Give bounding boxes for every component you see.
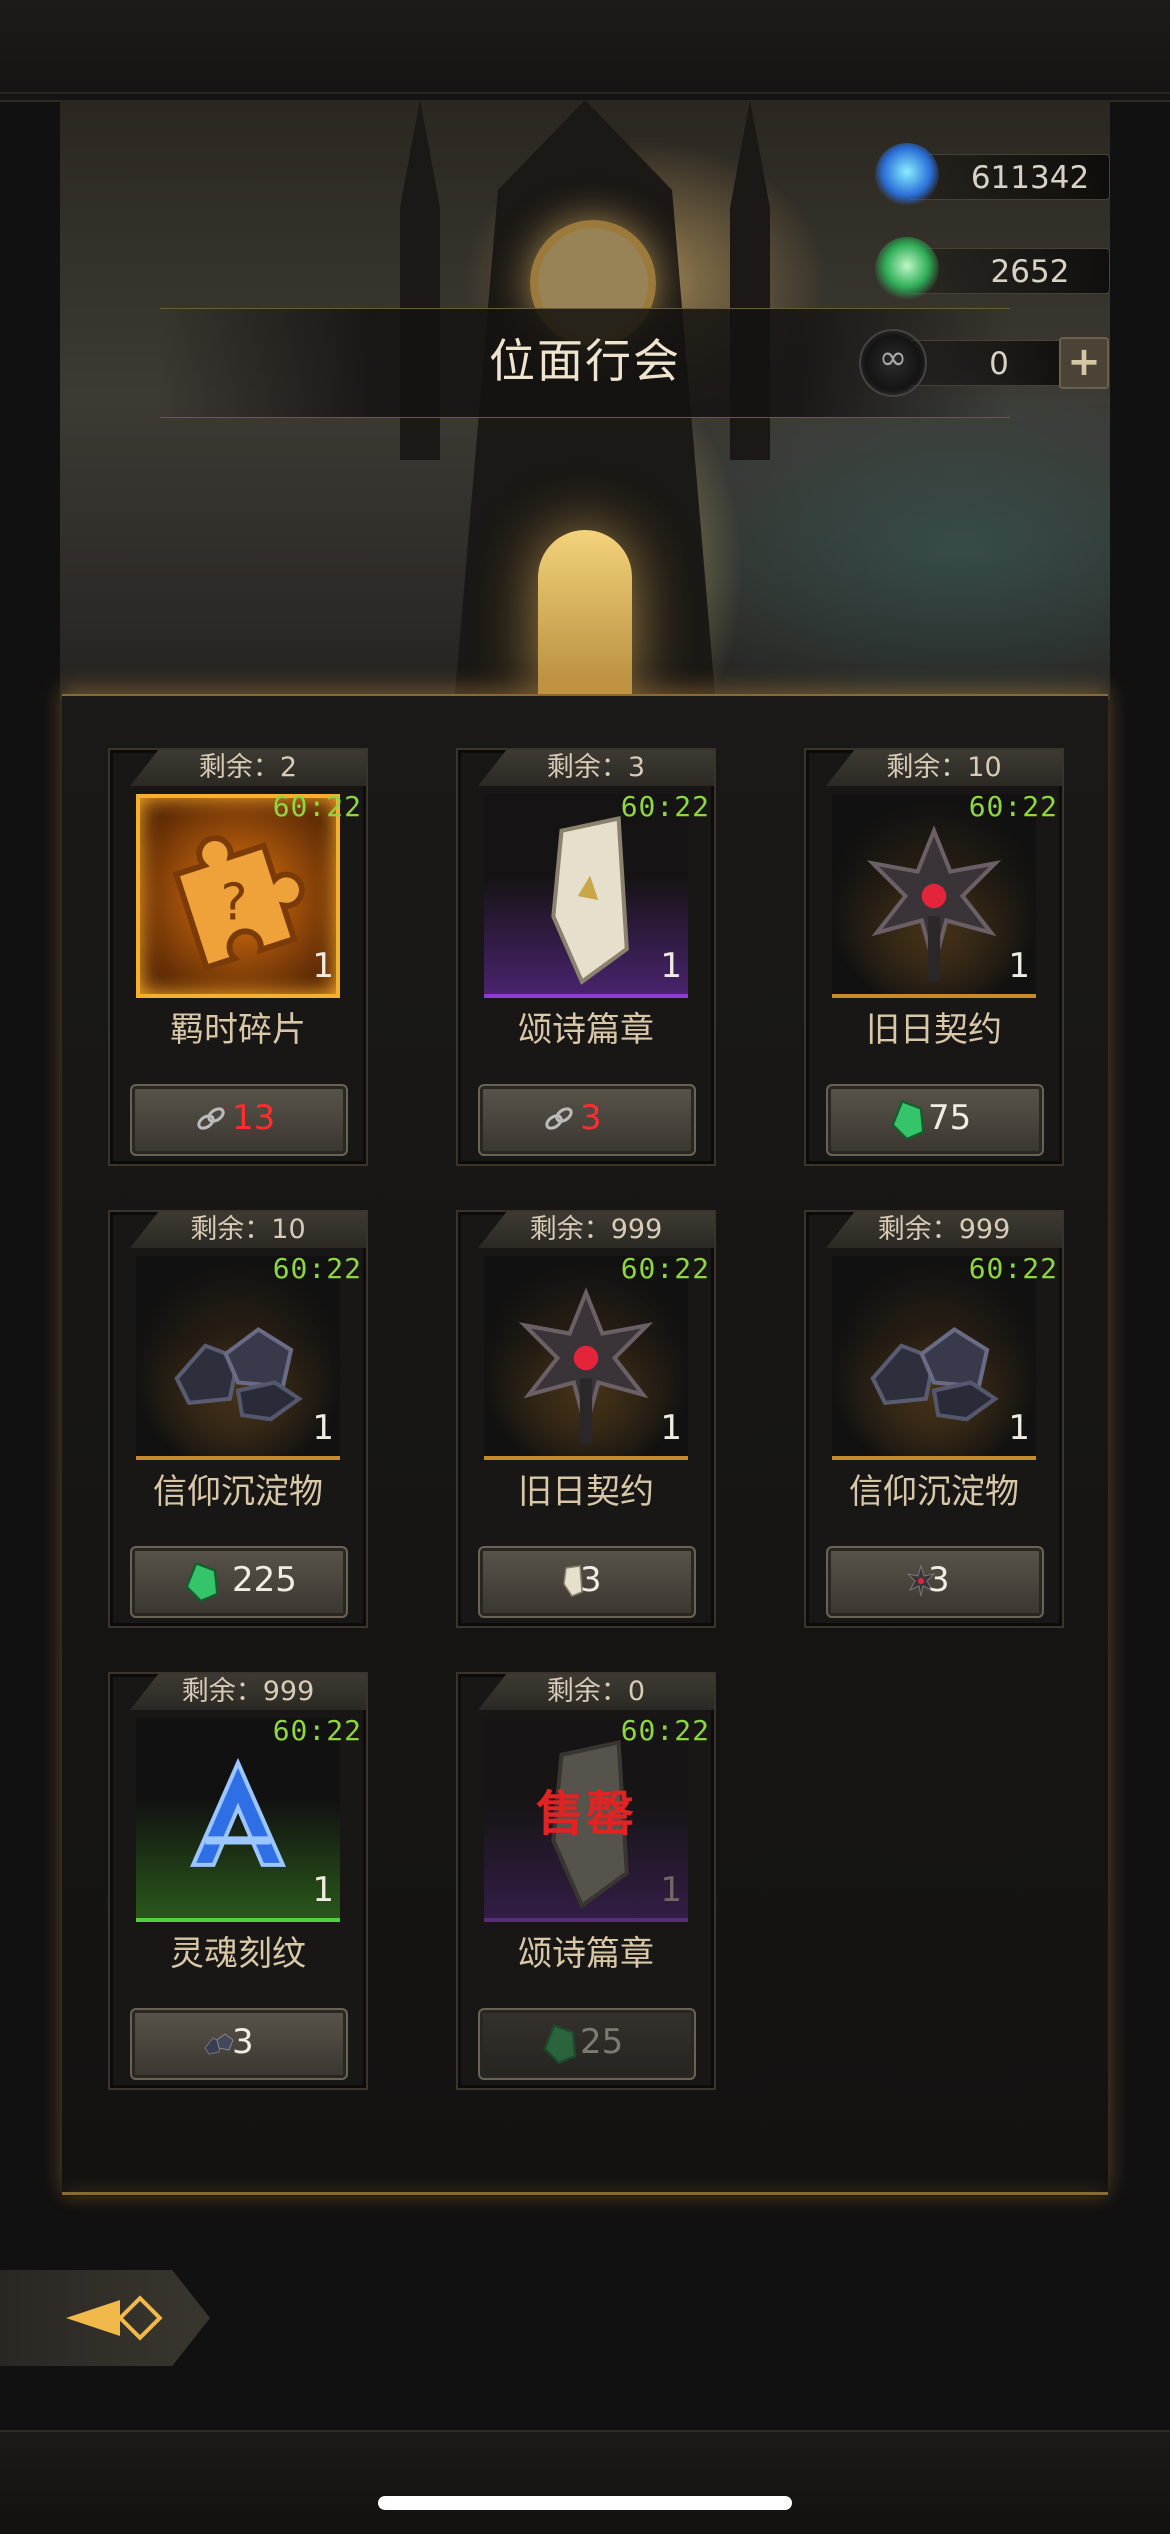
shop-item-card[interactable]: 剩余：10 60:22 1 旧日契约 75 <box>804 748 1064 1166</box>
item-name: 信仰沉淀物 <box>849 1472 1019 1512</box>
item-tile[interactable] <box>484 794 688 998</box>
shop-item-card[interactable]: 剩余：0 售罄 60:22 1 颂诗篇章 25 <box>456 1672 716 2090</box>
item-tile[interactable]: ? <box>136 794 340 998</box>
item-tile[interactable] <box>832 1256 1036 1460</box>
price-value: 75 <box>928 1098 972 1138</box>
price-value: 13 <box>232 1098 276 1138</box>
chain-link-icon <box>197 1107 225 1130</box>
currency-chain-value: 0 <box>989 346 1009 382</box>
timer-label: 60:22 <box>272 790 362 823</box>
chain-link-icon <box>545 1107 573 1130</box>
item-name: 颂诗篇章 <box>518 1010 654 1050</box>
sold-out-label: 售罄 <box>535 1786 636 1842</box>
currency-soul: 611342 <box>875 143 1110 207</box>
shop-item-card[interactable]: 剩余：999 60:22 1 灵魂刻纹 3 <box>108 1672 368 2090</box>
timer-label: 60:22 <box>620 1714 710 1747</box>
remaining-label: 剩余：2 <box>130 750 366 786</box>
soul-flame-icon <box>875 143 939 207</box>
timer-label: 60:22 <box>968 790 1058 823</box>
remaining-label: 剩余：999 <box>478 1212 714 1248</box>
price-button[interactable]: 3 <box>826 1546 1044 1618</box>
currency-gem: 2652 <box>875 237 1110 301</box>
price-button[interactable]: 13 <box>130 1084 348 1156</box>
bottom-frame <box>0 2430 1170 2534</box>
quantity-label: 1 <box>1008 946 1030 986</box>
back-arrow-icon <box>66 2300 120 2336</box>
price-value: 3 <box>928 1560 950 1600</box>
item-tile[interactable] <box>484 1256 688 1460</box>
item-name: 灵魂刻纹 <box>170 1934 306 1974</box>
timer-label: 60:22 <box>272 1714 362 1747</box>
price-button[interactable]: 3 <box>478 1546 696 1618</box>
item-name: 旧日契约 <box>866 1010 1002 1050</box>
scroll-page-icon <box>551 815 629 985</box>
price-button[interactable]: 75 <box>826 1084 1044 1156</box>
timer-label: 60:22 <box>620 1252 710 1285</box>
shop-item-card[interactable]: 剩余：3 60:22 1 颂诗篇章 3 <box>456 748 716 1166</box>
ore-rocks-icon <box>174 1326 303 1422</box>
green-gem-icon <box>891 1099 925 1141</box>
soul-rune-icon <box>189 1757 287 1867</box>
shop-item-card[interactable]: 剩余：10 60:22 1 信仰沉淀物 225 <box>108 1210 368 1628</box>
remaining-label: 剩余：10 <box>826 750 1062 786</box>
quantity-label: 1 <box>312 946 334 986</box>
remaining-label: 剩余：0 <box>478 1674 714 1710</box>
top-frame <box>0 0 1170 102</box>
chain-link-icon <box>859 329 927 397</box>
timer-label: 60:22 <box>968 1252 1058 1285</box>
quantity-label: 1 <box>312 1870 334 1910</box>
item-name: 旧日契约 <box>518 1472 654 1512</box>
item-tile[interactable] <box>136 1256 340 1460</box>
home-indicator[interactable] <box>378 2496 792 2510</box>
remaining-label: 剩余：999 <box>130 1674 366 1710</box>
item-name: 信仰沉淀物 <box>153 1472 323 1512</box>
shop-item-card[interactable]: 剩余：2 ? 60:22 1 羁时碎片 13 <box>108 748 368 1166</box>
quantity-label: 1 <box>312 1408 334 1448</box>
price-button[interactable]: 3 <box>478 1084 696 1156</box>
dark-star-icon <box>866 825 1002 982</box>
shop-item-card[interactable]: 剩余：999 60:22 1 信仰沉淀物 3 <box>804 1210 1064 1628</box>
timer-label: 60:22 <box>620 790 710 823</box>
price-value: 3 <box>580 1098 602 1138</box>
quantity-label: 1 <box>660 946 682 986</box>
price-value: 25 <box>580 2022 624 2062</box>
green-gem-icon <box>185 1561 219 1603</box>
shop-item-card[interactable]: 剩余：999 60:22 1 旧日契约 3 <box>456 1210 716 1628</box>
currency-chain: 0 + <box>859 329 1109 397</box>
price-button[interactable]: 25 <box>478 2008 696 2080</box>
remaining-label: 剩余：3 <box>478 750 714 786</box>
green-gem-icon <box>875 237 939 301</box>
remaining-label: 剩余：10 <box>130 1212 366 1248</box>
dark-star-icon <box>518 1287 654 1444</box>
timer-label: 60:22 <box>272 1252 362 1285</box>
price-value: 3 <box>232 2022 254 2062</box>
quantity-label: 1 <box>660 1408 682 1448</box>
item-name: 颂诗篇章 <box>518 1934 654 1974</box>
remaining-label: 剩余：999 <box>826 1212 1062 1248</box>
svg-text:?: ? <box>221 874 248 933</box>
panel-bottom-edge <box>62 2192 1108 2195</box>
item-name: 羁时碎片 <box>170 1010 306 1050</box>
price-value: 225 <box>232 1560 297 1600</box>
add-currency-button[interactable]: + <box>1059 337 1109 389</box>
price-button[interactable]: 3 <box>130 2008 348 2080</box>
currency-gem-value: 2652 <box>990 254 1070 290</box>
price-button[interactable]: 225 <box>130 1546 348 1618</box>
quantity-label: 1 <box>1008 1408 1030 1448</box>
quantity-label: 1 <box>660 1870 682 1910</box>
item-tile[interactable] <box>832 794 1036 998</box>
glowing-door <box>538 530 632 700</box>
ore-rocks-icon <box>870 1326 999 1422</box>
item-tile[interactable] <box>136 1718 340 1922</box>
currency-soul-value: 611342 <box>970 160 1090 196</box>
puzzle-piece-icon: ? <box>172 835 305 972</box>
price-value: 3 <box>580 1560 602 1600</box>
green-gem-icon <box>543 2023 577 2065</box>
